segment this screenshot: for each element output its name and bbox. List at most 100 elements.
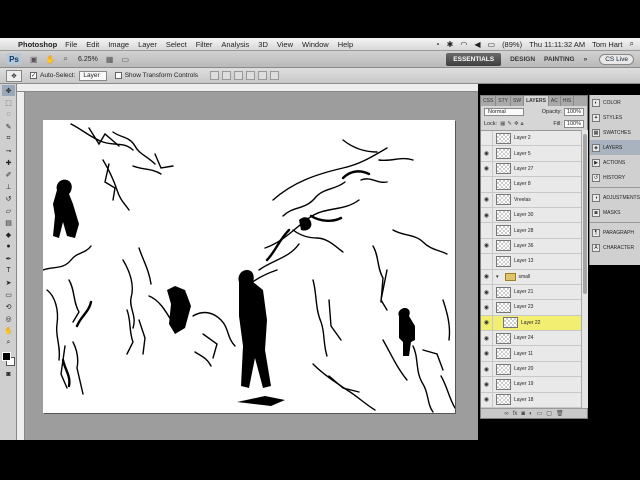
link-layers-icon[interactable]: ∞	[504, 411, 508, 417]
foreground-color-swatch[interactable]	[2, 352, 11, 361]
auto-select-checkbox[interactable]: ✓	[30, 72, 37, 79]
layer-name[interactable]: Layer 18	[514, 397, 533, 403]
adjustment-layer-icon[interactable]: ◐	[529, 411, 533, 417]
zoom-level[interactable]: 6.25%	[78, 56, 98, 63]
layer-name[interactable]: Layer 19	[514, 381, 533, 387]
align-hcenter-icon[interactable]	[258, 71, 268, 80]
layer-row[interactable]: ◉ Layer 22	[481, 315, 581, 332]
layer-name[interactable]: Layer 27	[514, 166, 533, 172]
move-tool-icon[interactable]: ✥	[2, 85, 15, 96]
zoom-tool-icon-2[interactable]: ⌕	[2, 337, 15, 348]
lasso-tool-icon[interactable]: ◌	[2, 109, 15, 120]
menu-edit[interactable]: Edit	[86, 40, 99, 49]
visibility-eye-icon[interactable]	[481, 131, 493, 146]
shape-tool-icon[interactable]: ▭	[2, 289, 15, 300]
dock-swatches[interactable]: ▦ SWATCHES	[590, 125, 640, 140]
app-menu[interactable]: Photoshop	[18, 40, 57, 49]
layer-name[interactable]: Layer 28	[514, 228, 533, 234]
layer-list-scrollbar[interactable]	[581, 130, 588, 408]
lock-all-icon[interactable]: 🔒︎	[521, 121, 524, 128]
visibility-eye-icon[interactable]: ◉	[481, 269, 493, 284]
dock-history[interactable]: ↺ HISTORY	[590, 170, 640, 185]
layer-name[interactable]: Layer 22	[521, 320, 540, 326]
layer-name[interactable]: Layer 36	[514, 243, 533, 249]
brush-tool-icon[interactable]: ✐	[2, 169, 15, 180]
type-tool-icon[interactable]: T	[2, 265, 15, 276]
layer-row[interactable]: ◉ Vreelas	[481, 192, 581, 208]
volume-icon[interactable]: ◀	[474, 40, 480, 49]
visibility-eye-icon[interactable]: ◉	[481, 346, 493, 361]
layer-name[interactable]: Layer 8	[514, 181, 531, 187]
layer-row[interactable]: ◉ Layer 27	[481, 161, 581, 178]
menu-view[interactable]: View	[277, 40, 293, 49]
horizontal-ruler[interactable]	[17, 84, 478, 92]
battery-icon[interactable]: ▭	[488, 40, 496, 49]
dock-paragraph[interactable]: ¶ PARAGRAPH	[590, 225, 640, 240]
menubar-clock[interactable]: Thu 11:11:32 AM	[529, 40, 585, 49]
layer-name[interactable]: Layer 2	[514, 135, 531, 141]
layer-group-row[interactable]: ◉ ▾ small	[481, 269, 581, 285]
new-layer-icon[interactable]: ▢	[546, 410, 552, 417]
align-left-icon[interactable]	[246, 71, 256, 80]
spotlight-icon[interactable]: ⌕	[630, 39, 634, 49]
layer-row[interactable]: ◉ Layer 21	[481, 284, 581, 301]
arrange-documents-icon[interactable]: ▦	[106, 55, 114, 64]
lock-pixels-icon[interactable]: ✎	[507, 121, 512, 127]
visibility-eye-icon[interactable]: ◉	[481, 207, 493, 223]
color-swatches[interactable]	[0, 352, 16, 368]
tab-history[interactable]: HIS	[561, 96, 575, 106]
layer-row[interactable]: Layer 28	[481, 223, 581, 239]
dock-actions[interactable]: ▶ ACTIONS	[590, 155, 640, 170]
visibility-eye-icon[interactable]: ◉	[481, 377, 493, 392]
visibility-eye-icon[interactable]: ◉	[481, 361, 493, 377]
delete-layer-icon[interactable]: 🗑︎	[556, 410, 564, 417]
layer-row[interactable]: ◉ Layer 30	[481, 207, 581, 224]
layer-name[interactable]: Vreelas	[514, 197, 531, 203]
hand-tool-icon-2[interactable]: ✋	[2, 325, 15, 336]
gradient-tool-icon[interactable]: ▤	[2, 217, 15, 228]
layer-row[interactable]: ◉ Layer 36	[481, 238, 581, 255]
add-mask-icon[interactable]: ◙	[521, 411, 525, 417]
layer-row[interactable]: ◉ Layer 5	[481, 146, 581, 162]
quick-select-tool-icon[interactable]: ✎	[2, 121, 15, 132]
workspace-more-icon[interactable]: »	[584, 56, 588, 63]
visibility-eye-icon[interactable]: ◉	[481, 284, 493, 300]
path-select-tool-icon[interactable]: ➤	[2, 277, 15, 288]
eraser-tool-icon[interactable]: ▱	[2, 205, 15, 216]
group-expand-icon[interactable]: ▾	[496, 274, 499, 280]
menu-layer[interactable]: Layer	[138, 40, 157, 49]
visibility-eye-icon[interactable]	[481, 254, 493, 269]
menu-3d[interactable]: 3D	[258, 40, 268, 49]
visibility-eye-icon[interactable]: ◉	[481, 146, 493, 161]
align-right-icon[interactable]	[270, 71, 280, 80]
layer-row[interactable]: ◉ Layer 18	[481, 392, 581, 408]
vertical-ruler[interactable]	[17, 92, 25, 440]
bridge-icon[interactable]: ▣	[30, 55, 38, 64]
layer-name[interactable]: Layer 20	[514, 366, 533, 372]
menu-filter[interactable]: Filter	[196, 40, 213, 49]
layer-name[interactable]: Layer 5	[514, 151, 531, 157]
hand-tool-icon[interactable]: ✋	[46, 55, 56, 64]
new-group-icon[interactable]: ▭	[537, 410, 543, 417]
fill-field[interactable]: 100%	[563, 120, 584, 128]
screen-mode-icon[interactable]: ▭	[121, 55, 129, 64]
dock-color[interactable]: ◐ COLOR	[590, 95, 640, 110]
menu-analysis[interactable]: Analysis	[221, 40, 249, 49]
3d-rotate-tool-icon[interactable]: ⟲	[2, 301, 15, 312]
visibility-eye-icon[interactable]: ◉	[481, 238, 493, 254]
menu-file[interactable]: File	[65, 40, 77, 49]
tab-css[interactable]: CSS	[481, 96, 497, 106]
layer-row[interactable]: ◉ Layer 20	[481, 361, 581, 378]
show-transform-checkbox[interactable]	[114, 72, 122, 79]
clone-stamp-tool-icon[interactable]: ⊥	[2, 181, 15, 192]
dock-styles[interactable]: ✦ STYLES	[590, 110, 640, 125]
layer-name[interactable]: Layer 11	[514, 351, 533, 357]
visibility-eye-icon[interactable]: ◉	[481, 392, 493, 408]
tab-styles[interactable]: STY	[496, 96, 512, 106]
wifi-icon[interactable]: ◠	[460, 40, 467, 49]
layer-name[interactable]: Layer 30	[514, 212, 533, 218]
tab-layers[interactable]: LAYERS	[524, 96, 549, 106]
blur-tool-icon[interactable]: ◆	[2, 229, 15, 240]
layer-row[interactable]: ◉ Layer 11	[481, 346, 581, 362]
menu-image[interactable]: Image	[108, 40, 129, 49]
